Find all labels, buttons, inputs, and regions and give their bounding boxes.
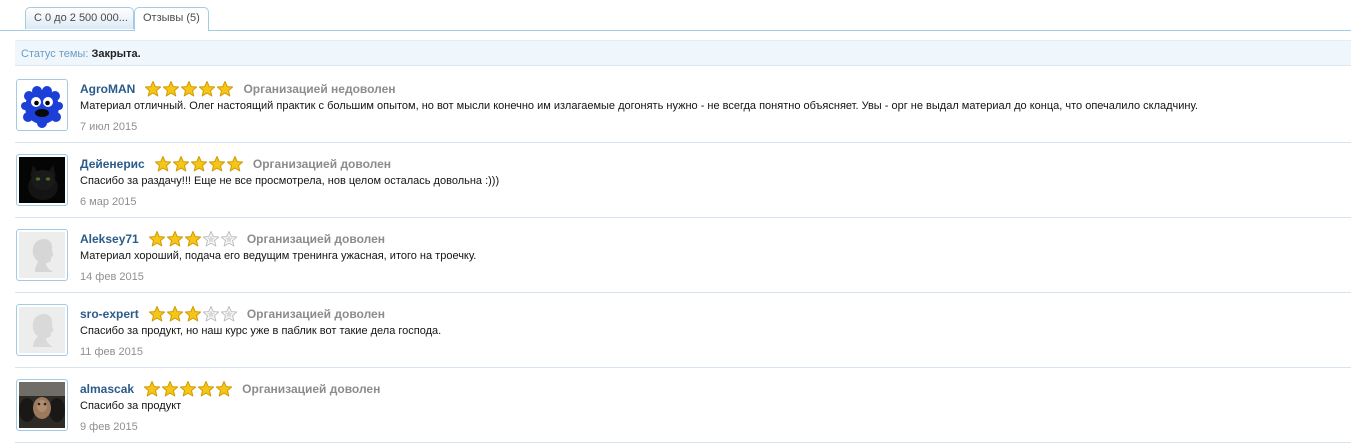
organizer-verdict: Организацией недоволен — [243, 82, 396, 97]
review-date[interactable]: 9 фев 2015 — [80, 421, 138, 433]
username-link[interactable]: Aleksey71 — [80, 232, 139, 246]
star-empty-icon — [220, 306, 237, 322]
star-filled-icon — [162, 381, 179, 397]
star-empty-icon — [202, 231, 219, 247]
review-item: Дейенерис Организацией доволен Спасибо з… — [15, 143, 1351, 218]
review-date[interactable]: 6 мар 2015 — [80, 196, 137, 208]
username-link[interactable]: sro-expert — [80, 307, 139, 321]
star-filled-icon — [226, 156, 243, 172]
star-filled-icon — [163, 81, 180, 97]
star-filled-icon — [217, 81, 234, 97]
default-silhouette-avatar-icon — [19, 307, 65, 353]
tab-info[interactable]: С 0 до 2 500 000... — [25, 7, 134, 29]
review-text: Материал хороший, подача его ведущим тре… — [80, 250, 477, 262]
status-value: Закрыта. — [91, 48, 141, 60]
review-text: Спасибо за продукт, но наш курс уже в па… — [80, 325, 442, 337]
review-header: Aleksey71 Организацией доволен — [80, 230, 385, 248]
avatar[interactable] — [16, 154, 68, 206]
review-header: Дейенерис Организацией доволен — [80, 155, 391, 173]
star-empty-icon — [202, 306, 219, 322]
avatar[interactable] — [16, 379, 68, 431]
star-filled-icon — [145, 81, 162, 97]
review-date[interactable]: 11 фев 2015 — [80, 346, 143, 358]
star-empty-icon — [220, 231, 237, 247]
star-filled-icon — [190, 156, 207, 172]
avatar[interactable] — [16, 229, 68, 281]
star-rating — [154, 155, 244, 173]
organizer-verdict: Организацией доволен — [252, 157, 392, 172]
status-label: Статус темы: — [21, 48, 89, 60]
review-date[interactable]: 14 фев 2015 — [80, 271, 144, 283]
photo-avatar-icon — [19, 382, 65, 428]
tab-bar: С 0 до 2 500 000... Отзывы (5) — [0, 0, 1351, 31]
star-filled-icon — [148, 306, 165, 322]
username-link[interactable]: Дейенерис — [80, 157, 145, 171]
star-filled-icon — [166, 231, 183, 247]
username-link[interactable]: AgroMAN — [80, 82, 135, 96]
review-text: Материал отличный. Олег настоящий практи… — [80, 100, 1198, 112]
star-filled-icon — [148, 231, 165, 247]
review-item: AgroMAN Организацией недоволен Материал … — [15, 68, 1351, 143]
review-item: sro-expert Организацией доволен Спасибо … — [15, 293, 1351, 368]
star-filled-icon — [184, 306, 201, 322]
star-rating — [143, 380, 233, 398]
review-text: Спасибо за продукт — [80, 400, 182, 412]
review-text: Спасибо за раздачу!!! Еще не все просмот… — [80, 175, 500, 187]
avatar[interactable] — [16, 79, 68, 131]
star-filled-icon — [154, 156, 171, 172]
star-filled-icon — [184, 231, 201, 247]
star-filled-icon — [198, 381, 215, 397]
star-filled-icon — [144, 381, 161, 397]
star-filled-icon — [208, 156, 225, 172]
tab-reviews[interactable]: Отзывы (5) — [134, 7, 209, 31]
organizer-verdict: Организацией доволен — [246, 232, 386, 247]
organizer-verdict: Организацией доволен — [242, 382, 381, 397]
review-item: almascak Организацией доволен Спасибо за… — [15, 368, 1351, 443]
username-link[interactable]: almascak — [80, 382, 134, 396]
blue-monster-avatar-icon — [19, 82, 65, 128]
review-item: Aleksey71 Организацией доволен Материал … — [15, 218, 1351, 293]
star-rating — [148, 230, 238, 248]
star-filled-icon — [166, 306, 183, 322]
review-header: AgroMAN Организацией недоволен — [80, 80, 396, 98]
star-filled-icon — [181, 81, 198, 97]
avatar[interactable] — [16, 304, 68, 356]
star-rating — [144, 80, 234, 98]
star-rating — [148, 305, 238, 323]
review-header: sro-expert Организацией доволен — [80, 305, 385, 323]
star-filled-icon — [199, 81, 216, 97]
review-date[interactable]: 7 июл 2015 — [80, 121, 137, 133]
star-filled-icon — [216, 381, 233, 397]
thread-status-bar: Статус темы: Закрыта. — [15, 40, 1351, 66]
organizer-verdict: Организацией доволен — [246, 307, 385, 322]
review-header: almascak Организацией доволен — [80, 380, 380, 398]
star-filled-icon — [180, 381, 197, 397]
default-silhouette-avatar-icon — [19, 232, 65, 278]
star-filled-icon — [172, 156, 189, 172]
black-cat-avatar-icon — [19, 157, 65, 203]
